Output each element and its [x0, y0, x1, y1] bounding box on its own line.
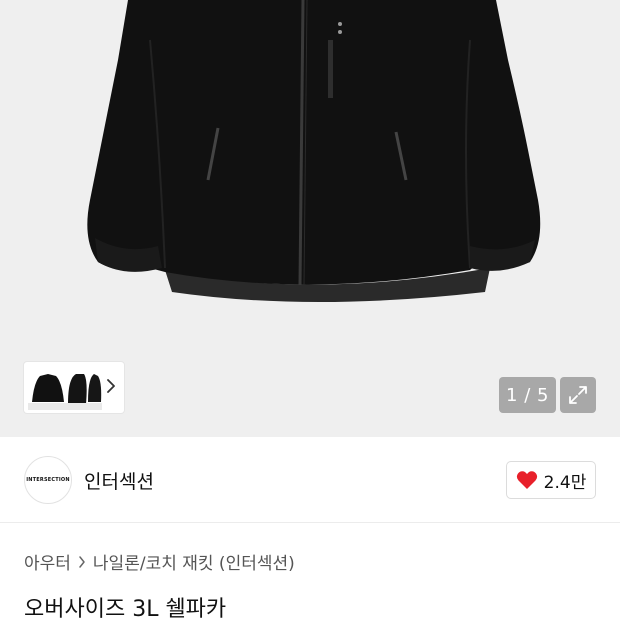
- like-count: 2.4만: [543, 472, 587, 493]
- brand-row: INTERSECTION 인터섹션 2.4만: [0, 437, 620, 523]
- jacket-thumbnails-icon: [28, 373, 102, 410]
- breadcrumb-category[interactable]: 아우터: [24, 549, 71, 574]
- heart-icon: [516, 471, 537, 489]
- chevron-right-icon[interactable]: [106, 377, 116, 395]
- breadcrumb: 아우터 나일론/코치 재킷 (인터섹션): [24, 549, 295, 574]
- image-page-counter: 1 / 5: [499, 377, 556, 413]
- product-title: 오버사이즈 3L 쉘파카: [24, 597, 227, 620]
- thumbnail-strip[interactable]: [24, 362, 124, 413]
- brand-logo-text: INTERSECTION: [26, 477, 70, 483]
- chevron-right-icon: [79, 555, 85, 568]
- expand-image-button[interactable]: [560, 377, 596, 413]
- breadcrumb-subcategory[interactable]: 나일론/코치 재킷 (인터섹션): [93, 549, 295, 574]
- product-image-gallery[interactable]: 1 / 5: [0, 0, 620, 437]
- like-button[interactable]: 2.4만: [506, 461, 596, 499]
- brand-logo[interactable]: INTERSECTION: [24, 456, 72, 504]
- expand-arrows-icon: [569, 386, 587, 404]
- brand-name[interactable]: 인터섹션: [84, 467, 154, 494]
